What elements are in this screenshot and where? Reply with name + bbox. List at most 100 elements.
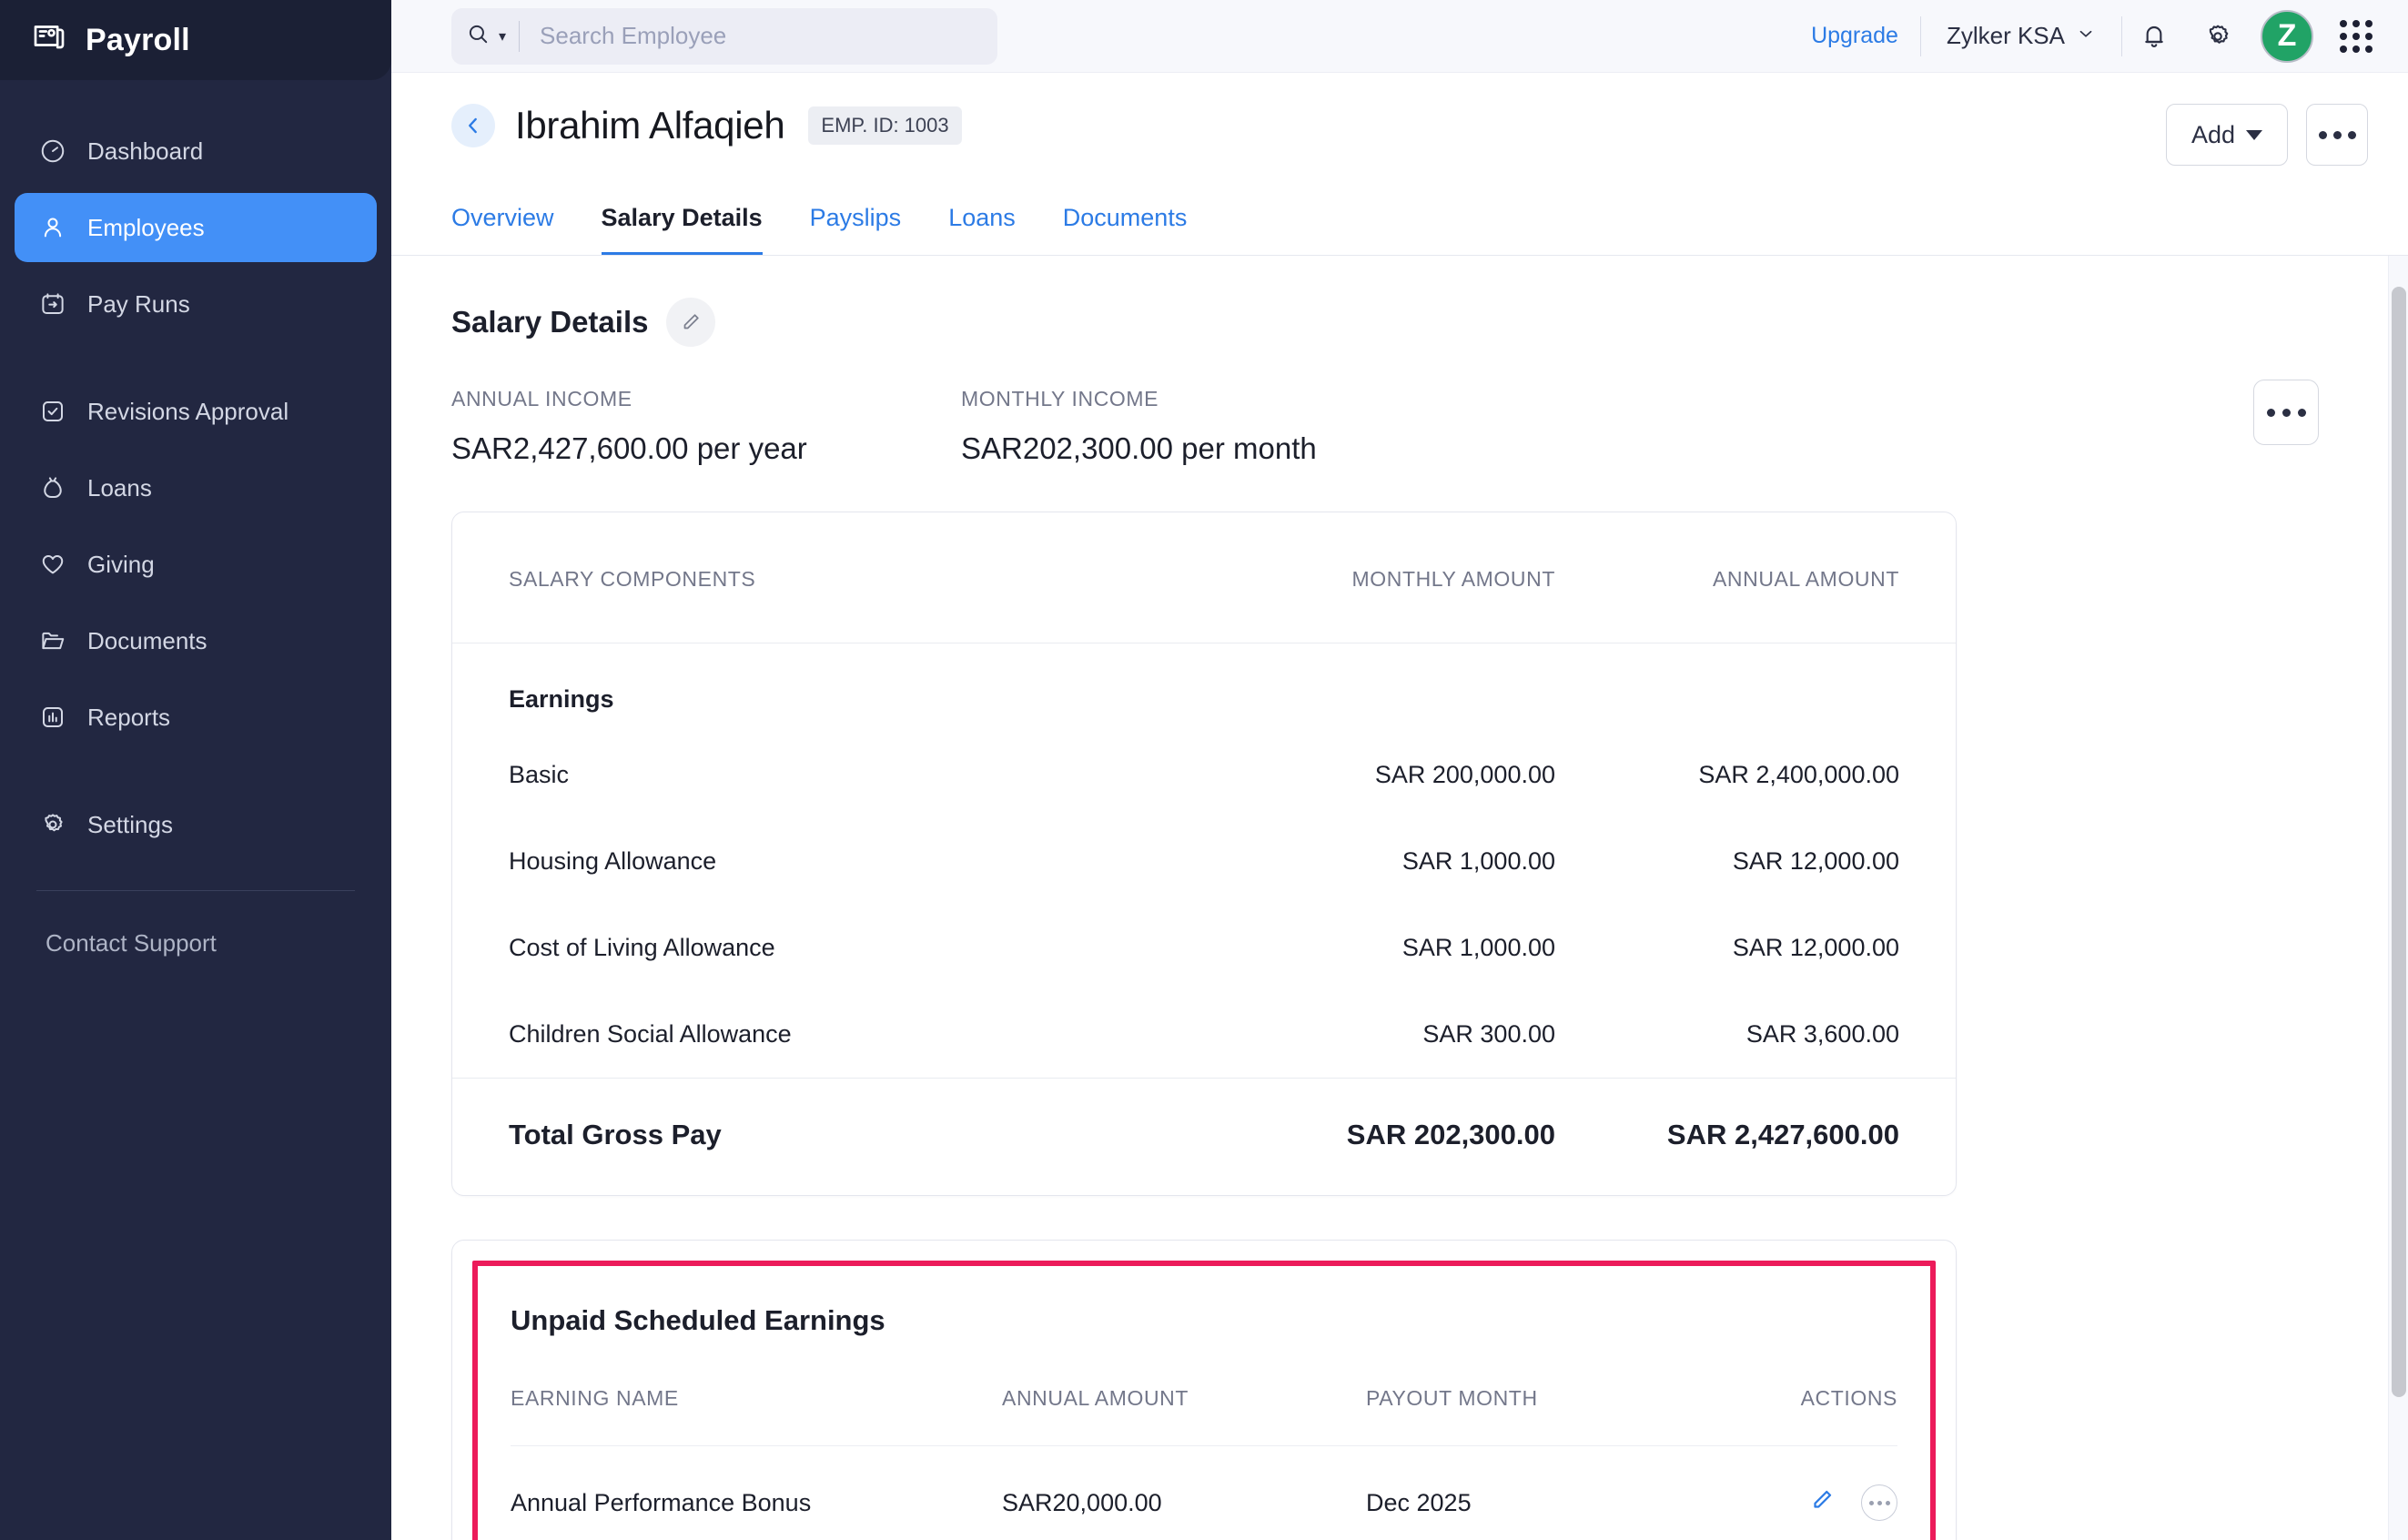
sidebar: Payroll Dashboard Employees Pay Runs Rev… xyxy=(0,0,391,1540)
sidebar-item-label: Revisions Approval xyxy=(87,397,289,425)
brand[interactable]: Payroll xyxy=(0,0,391,80)
page-title: Ibrahim Alfaqieh xyxy=(515,104,785,147)
tab-salary-details[interactable]: Salary Details xyxy=(601,191,763,255)
tab-documents[interactable]: Documents xyxy=(1063,191,1188,255)
ellipsis-icon xyxy=(2266,408,2275,417)
sidebar-item-label: Loans xyxy=(87,473,152,502)
app-root: Payroll Dashboard Employees Pay Runs Rev… xyxy=(0,0,2408,1540)
avatar[interactable]: Z xyxy=(2261,9,2313,63)
search-box[interactable]: ▾ xyxy=(451,7,997,65)
nav-spacer-2 xyxy=(0,759,391,790)
table-row: Annual Performance Bonus SAR20,000.00 De… xyxy=(511,1446,1897,1540)
table-row: Children Social Allowance SAR 300.00 SAR… xyxy=(452,991,1956,1079)
salary-details-content: Salary Details ANNUAL INCOME SAR2,427,60… xyxy=(391,256,2408,1540)
tab-overview[interactable]: Overview xyxy=(451,191,554,255)
monthly-income-value: SAR202,300.00 per month xyxy=(961,431,1317,465)
annual-income-block: ANNUAL INCOME SAR2,427,600.00 per year xyxy=(451,387,961,466)
sidebar-item-employees[interactable]: Employees xyxy=(15,193,377,262)
sidebar-item-dashboard[interactable]: Dashboard xyxy=(15,117,377,186)
chevron-down-icon xyxy=(2246,129,2263,140)
unpaid-scheduled-earnings-card: Unpaid Scheduled Earnings EARNING NAME A… xyxy=(451,1240,1957,1540)
total-label: Total Gross Pay xyxy=(509,1119,722,1150)
upgrade-link[interactable]: Upgrade xyxy=(1789,23,1920,49)
sidebar-item-loans[interactable]: Loans xyxy=(15,453,377,522)
main-area: ▾ Upgrade Zylker KSA xyxy=(391,0,2408,1540)
sidebar-item-label: Giving xyxy=(87,550,155,578)
table-total-row: Total Gross Pay SAR 202,300.00 SAR 2,427… xyxy=(452,1078,1956,1196)
heart-icon xyxy=(38,550,67,579)
component-name: Basic xyxy=(509,761,570,788)
more-options-button[interactable] xyxy=(2306,104,2368,166)
sidebar-item-label: Reports xyxy=(87,703,171,731)
monthly-income-label: MONTHLY INCOME xyxy=(961,387,1159,410)
tab-bar: Overview Salary Details Payslips Loans D… xyxy=(391,191,2408,256)
search-divider xyxy=(519,20,521,52)
salary-table-head: SALARY COMPONENTS MONTHLY AMOUNT ANNUAL … xyxy=(452,512,1956,643)
sidebar-item-giving[interactable]: Giving xyxy=(15,530,377,599)
money-bag-icon xyxy=(38,473,67,502)
unpaid-table-head: EARNING NAME ANNUAL AMOUNT PAYOUT MONTH … xyxy=(511,1346,1897,1446)
search-scope-chevron-down-icon[interactable]: ▾ xyxy=(499,27,506,46)
table-row: Housing Allowance SAR 1,000.00 SAR 12,00… xyxy=(452,818,1956,905)
vertical-scrollbar[interactable] xyxy=(2388,256,2408,1540)
component-annual: SAR 3,600.00 xyxy=(1745,1020,1899,1048)
tab-payslips[interactable]: Payslips xyxy=(810,191,902,255)
sidebar-item-documents[interactable]: Documents xyxy=(15,606,377,675)
payrun-icon xyxy=(38,289,67,319)
employee-header: Ibrahim Alfaqieh EMP. ID: 1003 Add xyxy=(391,73,2408,166)
salary-table-header-row: SALARY COMPONENTS MONTHLY AMOUNT ANNUAL … xyxy=(452,512,1956,643)
topbar-divider-2 xyxy=(2121,15,2122,56)
edit-salary-button[interactable] xyxy=(666,298,716,347)
ellipsis-icon xyxy=(2282,408,2291,417)
sidebar-item-revisions-approval[interactable]: Revisions Approval xyxy=(15,377,377,446)
income-summary: ANNUAL INCOME SAR2,427,600.00 per year M… xyxy=(451,380,2348,466)
tab-loans[interactable]: Loans xyxy=(948,191,1016,255)
contact-support-link[interactable]: Contact Support xyxy=(0,891,391,957)
scrollbar-thumb[interactable] xyxy=(2392,287,2406,1397)
salary-components-table: SALARY COMPONENTS MONTHLY AMOUNT ANNUAL … xyxy=(452,512,1956,1195)
component-monthly: SAR 200,000.00 xyxy=(1374,761,1555,788)
sidebar-item-label: Settings xyxy=(87,810,173,838)
component-annual: SAR 2,400,000.00 xyxy=(1698,761,1899,788)
component-name: Housing Allowance xyxy=(509,847,717,875)
unpaid-table-header-row: EARNING NAME ANNUAL AMOUNT PAYOUT MONTH … xyxy=(511,1346,1897,1446)
settings-gear-icon[interactable] xyxy=(2191,10,2244,63)
earning-annual-amount: SAR20,000.00 xyxy=(1002,1488,1162,1516)
unpaid-inner: Unpaid Scheduled Earnings EARNING NAME A… xyxy=(478,1266,1930,1540)
payroll-logo-icon xyxy=(31,20,67,61)
salary-table-body: Earnings Basic SAR 200,000.00 SAR 2,400,… xyxy=(452,643,1956,1196)
sidebar-item-pay-runs[interactable]: Pay Runs xyxy=(15,269,377,339)
sidebar-item-label: Pay Runs xyxy=(87,289,190,318)
add-button-label: Add xyxy=(2190,120,2236,148)
edit-earning-icon[interactable] xyxy=(1808,1486,1836,1520)
apps-grid-icon[interactable] xyxy=(2330,10,2383,63)
ellipsis-icon xyxy=(2347,130,2356,139)
org-switcher[interactable]: Zylker KSA xyxy=(1921,22,2121,50)
earning-name: Annual Performance Bonus xyxy=(511,1488,812,1516)
search-input[interactable] xyxy=(540,22,983,50)
annual-income-label: ANNUAL INCOME xyxy=(451,387,632,410)
add-button[interactable]: Add xyxy=(2166,104,2288,166)
folder-icon xyxy=(38,626,67,655)
sidebar-item-label: Employees xyxy=(87,213,205,241)
unpaid-earnings-table: EARNING NAME ANNUAL AMOUNT PAYOUT MONTH … xyxy=(511,1346,1897,1540)
group-annual xyxy=(1555,643,1956,733)
notifications-bell-icon[interactable] xyxy=(2128,10,2180,63)
salary-components-card: SALARY COMPONENTS MONTHLY AMOUNT ANNUAL … xyxy=(451,512,1957,1196)
bar-chart-icon xyxy=(38,703,67,732)
back-button[interactable] xyxy=(451,104,495,147)
monthly-income-block: MONTHLY INCOME SAR202,300.00 per month xyxy=(961,387,1471,466)
annual-income-value: SAR2,427,600.00 per year xyxy=(451,431,807,465)
col-earning-name: EARNING NAME xyxy=(511,1386,679,1410)
table-row: Cost of Living Allowance SAR 1,000.00 SA… xyxy=(452,905,1956,991)
row-actions xyxy=(1748,1446,1897,1540)
ellipsis-icon xyxy=(2332,130,2342,139)
employee-title-row: Ibrahim Alfaqieh EMP. ID: 1003 xyxy=(451,104,962,147)
sidebar-item-label: Documents xyxy=(87,626,207,654)
sidebar-item-reports[interactable]: Reports xyxy=(15,683,377,752)
component-name: Cost of Living Allowance xyxy=(509,934,775,961)
component-name: Children Social Allowance xyxy=(509,1020,792,1048)
earning-more-options-icon[interactable] xyxy=(1861,1484,1897,1521)
sidebar-item-settings[interactable]: Settings xyxy=(15,790,377,859)
income-more-options-button[interactable] xyxy=(2253,380,2319,445)
